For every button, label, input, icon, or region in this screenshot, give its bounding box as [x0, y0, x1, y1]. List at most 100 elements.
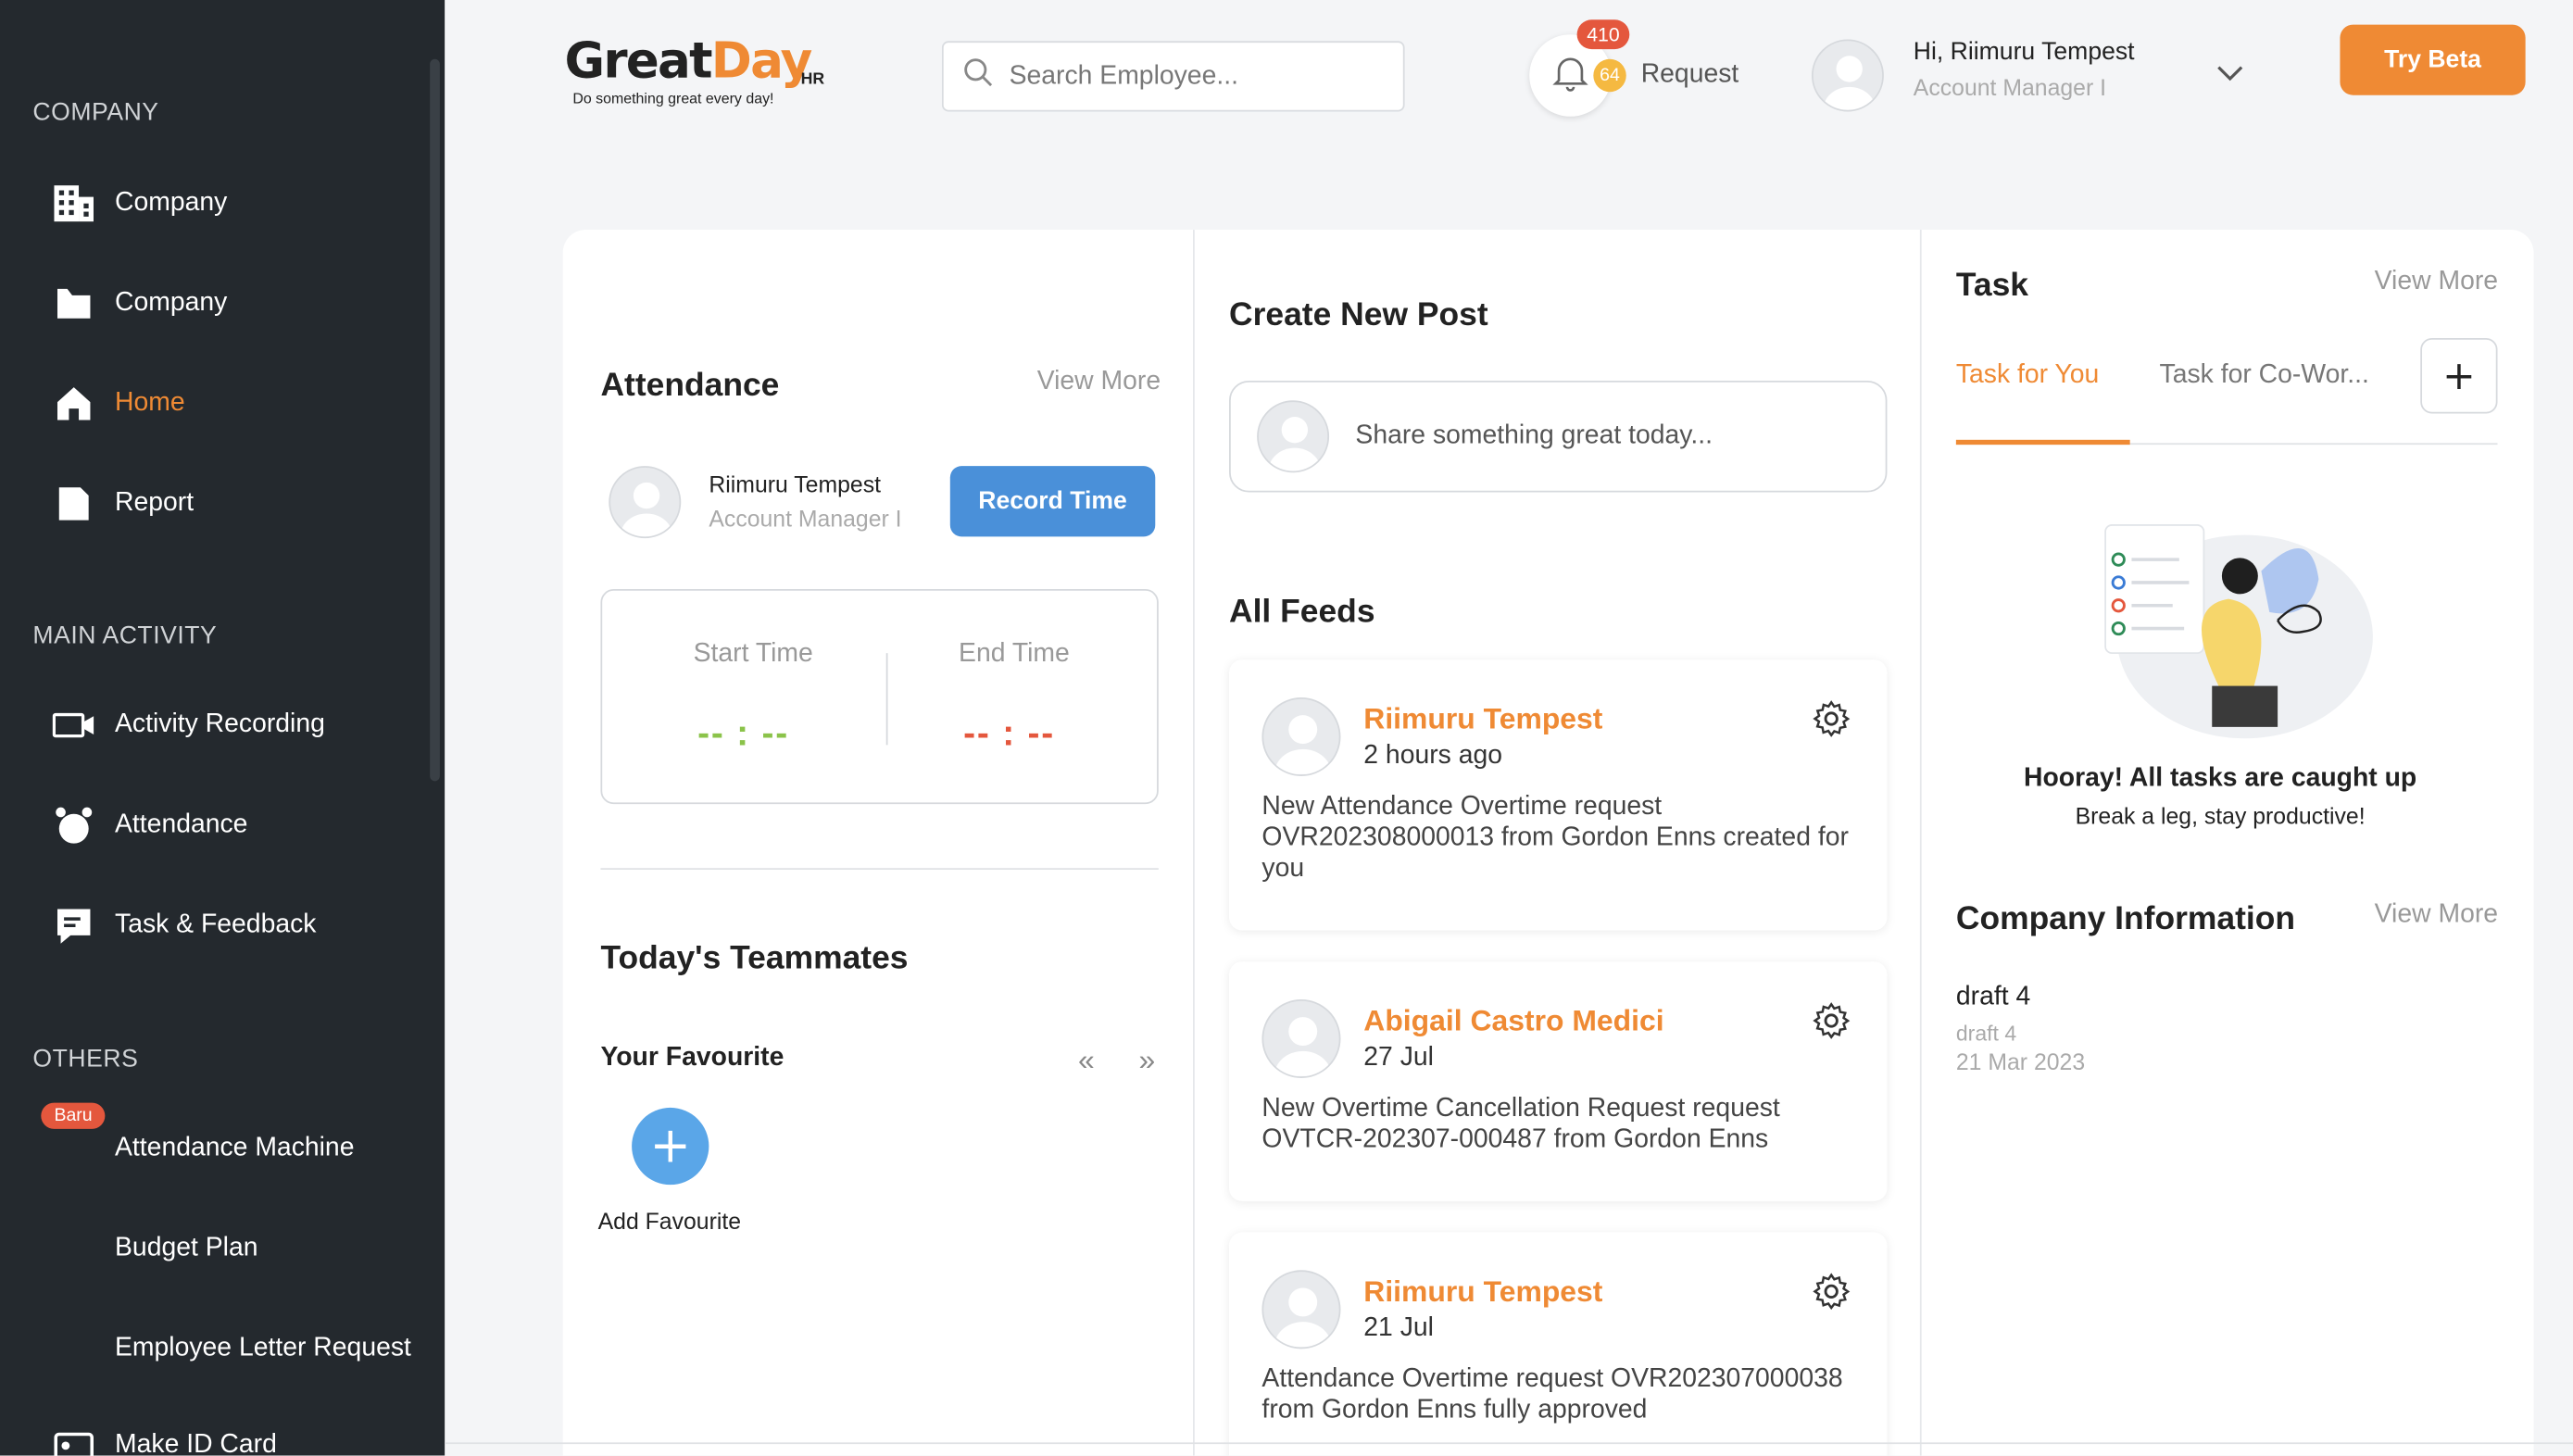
video-camera-icon: [52, 704, 95, 747]
home-icon: [53, 383, 95, 425]
tasks-empty-title: Hooray! All tasks are caught up: [2023, 764, 2417, 793]
search-input[interactable]: [1009, 61, 1387, 92]
feed-body: New Attendance Overtime request OVR20230…: [1261, 792, 1849, 884]
sidebar-item-company[interactable]: Company: [53, 174, 228, 233]
sidebar-item-label: Company: [115, 288, 228, 317]
feed-avatar: [1261, 1270, 1341, 1349]
end-time-value: -- : --: [963, 711, 1056, 754]
attendance-divider: [600, 868, 1159, 871]
sidebar-item-label: Task & Feedback: [115, 910, 317, 939]
user-greeting: Hi, Riimuru Tempest: [1913, 37, 2135, 66]
logo-tagline: Do something great every day!: [572, 90, 774, 107]
id-card-icon: [53, 1425, 95, 1456]
feed-author[interactable]: Riimuru Tempest: [1363, 1275, 1602, 1310]
start-time-value: -- : --: [697, 711, 790, 754]
task-title: Task: [1955, 267, 2029, 304]
create-post-input[interactable]: Share something great today...: [1229, 381, 1888, 493]
create-post-title: Create New Post: [1229, 296, 1488, 333]
sidebar-item-company-folder[interactable]: Company: [53, 274, 228, 333]
sidebar-item-task-feedback[interactable]: Task & Feedback: [53, 896, 317, 955]
feed-avatar: [1261, 697, 1341, 777]
dashboard-card: Attendance View More Riimuru Tempest Acc…: [562, 230, 2534, 1456]
record-time-button[interactable]: Record Time: [949, 466, 1156, 537]
logo-wordmark: GreatDay: [564, 32, 812, 91]
attendance-user-role: Account Manager I: [709, 505, 902, 533]
sidebar-item-activity-recording[interactable]: Activity Recording: [52, 696, 325, 755]
document-icon: [53, 483, 95, 525]
task-feedback-icon: [53, 904, 95, 947]
task-view-more-link[interactable]: View More: [2375, 268, 2498, 297]
feed-author[interactable]: Abigail Castro Medici: [1363, 1004, 1663, 1038]
feed-card[interactable]: Riimuru Tempest 21 Jul Attendance Overti…: [1229, 1232, 1888, 1456]
sidebar-item-make-id-card[interactable]: Make ID Card: [53, 1416, 277, 1456]
gear-icon[interactable]: [1812, 1001, 1851, 1048]
company-info-item-date: 21 Mar 2023: [1955, 1048, 2086, 1075]
favourite-label: Your Favourite: [600, 1043, 784, 1072]
chevron-double-left-icon[interactable]: «: [1078, 1044, 1095, 1078]
notification-count-badge: 410: [1576, 19, 1630, 50]
sidebar-item-report[interactable]: Report: [53, 474, 194, 533]
sidebar-item-label: Company: [115, 188, 228, 217]
company-info-title: Company Information: [1955, 900, 2296, 937]
bell-icon: [1550, 52, 1590, 99]
sidebar: COMPANY Company Company Home Report MAIN…: [0, 0, 446, 1456]
sidebar-item-label: Budget Plan: [115, 1234, 258, 1262]
request-link[interactable]: Request: [1641, 61, 1739, 91]
sidebar-item-home[interactable]: Home: [53, 374, 185, 433]
feed-avatar: [1261, 998, 1341, 1079]
feed-card[interactable]: Abigail Castro Medici 27 Jul New Overtim…: [1229, 961, 1888, 1201]
sidebar-item-label: Employee Letter Request: [115, 1334, 411, 1362]
folder-icon: [53, 282, 95, 325]
user-avatar[interactable]: [1811, 39, 1884, 112]
alarm-clock-icon: [53, 804, 95, 847]
sidebar-item-budget-plan[interactable]: Budget Plan: [53, 1219, 258, 1278]
search-bar[interactable]: [941, 41, 1405, 112]
teammates-title: Today's Teammates: [600, 940, 909, 977]
search-icon: [963, 57, 993, 95]
chevron-double-right-icon[interactable]: »: [1139, 1044, 1156, 1078]
add-favourite-label: Add Favourite: [597, 1207, 742, 1235]
active-tab-indicator: [1955, 439, 2130, 446]
gear-icon[interactable]: [1812, 699, 1851, 747]
try-beta-button[interactable]: Try Beta: [2340, 24, 2526, 95]
feed-time: 21 Jul: [1363, 1314, 1434, 1343]
chevron-down-icon[interactable]: [2215, 59, 2245, 97]
sidebar-item-employee-letter-request[interactable]: Employee Letter Request: [53, 1319, 411, 1378]
feed-time: 2 hours ago: [1363, 741, 1503, 770]
feed-body: New Overtime Cancellation Request reques…: [1261, 1094, 1780, 1154]
company-info-view-more-link[interactable]: View More: [2375, 901, 2498, 931]
attendance-view-more-link[interactable]: View More: [1037, 368, 1161, 397]
gear-icon[interactable]: [1812, 1272, 1851, 1319]
sidebar-item-attendance-machine[interactable]: Attendance Machine: [53, 1119, 355, 1178]
company-info-item-title[interactable]: draft 4: [1956, 983, 2030, 1012]
sidebar-item-attendance[interactable]: Attendance: [53, 796, 248, 855]
tab-task-for-coworker[interactable]: Task for Co-Wor...: [2160, 361, 2369, 391]
sidebar-item-label: Report: [115, 488, 195, 518]
page-bottom-divider: [445, 1442, 2573, 1445]
greatday-logo[interactable]: GreatDay HR Do something great every day…: [564, 30, 843, 112]
user-role: Account Manager I: [1913, 73, 2107, 101]
post-placeholder: Share something great today...: [1355, 421, 1713, 450]
tasks-done-illustration: [2081, 506, 2377, 744]
building-icon: [53, 182, 95, 225]
sidebar-scrollbar[interactable]: [430, 58, 440, 782]
post-avatar: [1257, 400, 1330, 473]
logo-suffix: HR: [800, 70, 825, 89]
company-info-item-subtitle: draft 4: [1955, 1020, 2017, 1046]
feed-card[interactable]: Riimuru Tempest 2 hours ago New Attendan…: [1229, 659, 1888, 931]
end-time-label: End Time: [959, 639, 1070, 669]
attendance-user-name: Riimuru Tempest: [709, 471, 882, 497]
feed-body: Attendance Overtime request OVR202307000…: [1261, 1365, 1843, 1425]
tasks-empty-subtitle: Break a leg, stay productive!: [2075, 802, 2366, 829]
tab-task-for-you[interactable]: Task for You: [1956, 361, 2099, 391]
sidebar-item-label: Activity Recording: [115, 710, 325, 739]
add-favourite-button[interactable]: +: [632, 1107, 709, 1186]
column-divider: [1193, 230, 1195, 1456]
feed-author[interactable]: Riimuru Tempest: [1363, 702, 1602, 736]
start-time-label: Start Time: [693, 639, 813, 669]
column-divider: [1919, 230, 1922, 1456]
add-task-button[interactable]: +: [2420, 337, 2498, 414]
feed-time: 27 Jul: [1363, 1043, 1434, 1072]
attendance-time-box: Start Time -- : -- End Time -- : --: [600, 589, 1159, 805]
section-others-label: OTHERS: [32, 1045, 139, 1073]
